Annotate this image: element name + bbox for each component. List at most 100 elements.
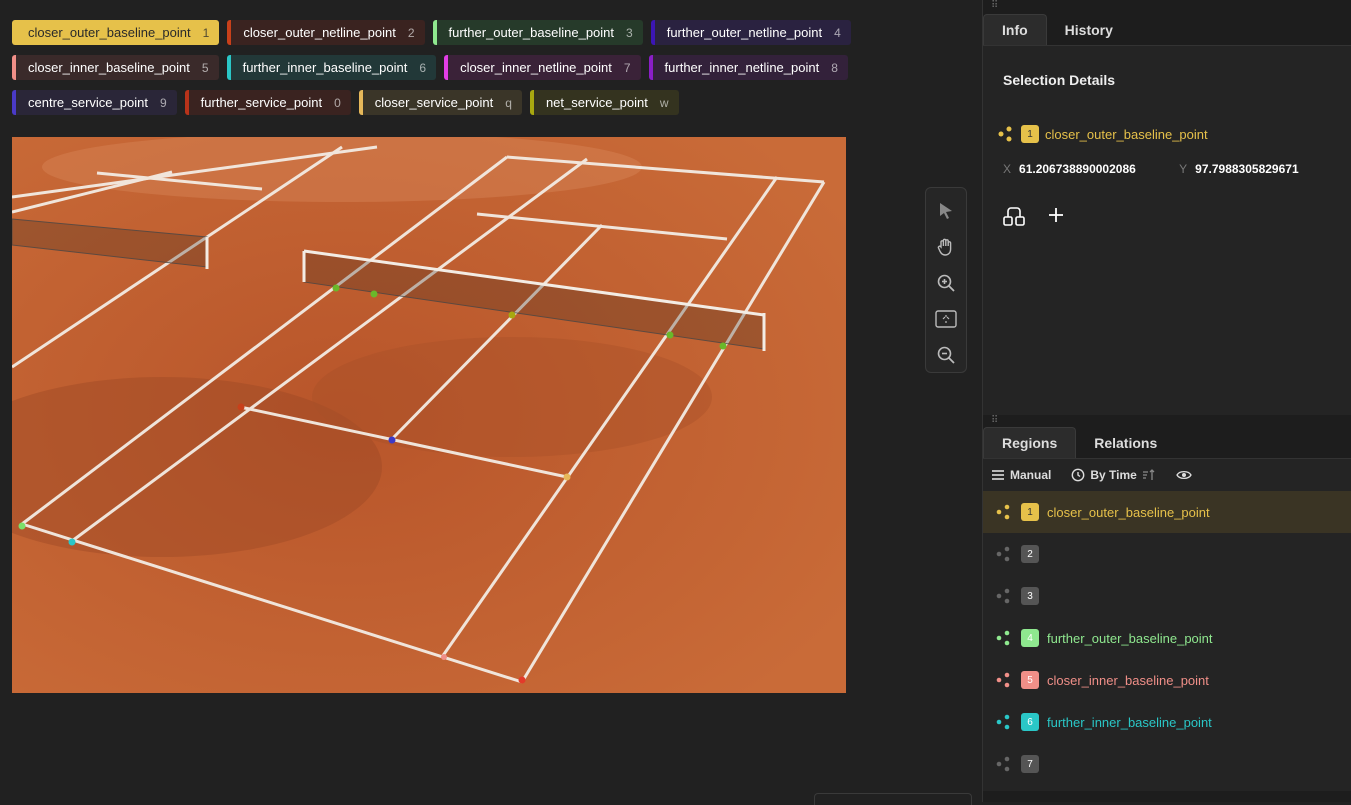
region-label: further_inner_baseline_point [1047, 714, 1212, 730]
label-name: further_inner_baseline_point [242, 60, 408, 75]
label-name: closer_outer_baseline_point [28, 25, 191, 40]
fit-icon[interactable] [931, 304, 961, 334]
label-name: further_outer_netline_point [666, 25, 823, 40]
region-number-badge: 6 [1021, 713, 1039, 731]
cursor-icon[interactable] [931, 196, 961, 226]
manual-label: Manual [1010, 468, 1052, 482]
label-closer-inner-baseline-point[interactable]: closer_inner_baseline_point 5 [12, 55, 219, 80]
manual-sort[interactable]: Manual [991, 468, 1051, 482]
selection-details-title: Selection Details [1003, 72, 1116, 88]
label-name: net_service_point [545, 95, 648, 110]
image-canvas[interactable] [12, 137, 846, 693]
region-number-badge: 5 [1021, 671, 1039, 689]
region-label: further_outer_baseline_point [1047, 630, 1213, 646]
label-hotkey: 3 [626, 25, 633, 40]
court-image [12, 137, 846, 693]
main-area: closer_outer_baseline_point 1 closer_outer… [0, 0, 982, 805]
x-key: X [1003, 162, 1012, 176]
label-name: closer_inner_baseline_point [28, 60, 190, 75]
keypoint-icon [995, 629, 1013, 647]
label-hotkey: w [659, 95, 669, 110]
canvas-toolbar [925, 187, 967, 373]
clock-icon [1071, 468, 1085, 482]
region-number-badge: 2 [1021, 545, 1039, 563]
sort-order-icon[interactable] [1142, 469, 1156, 481]
selected-label: closer_outer_baseline_point [1045, 126, 1208, 142]
region-number-badge: 4 [1021, 629, 1039, 647]
drag-handle-icon[interactable]: ⠿ [983, 0, 1351, 14]
label-hotkey: 9 [159, 95, 167, 110]
label-closer-service-point[interactable]: closer_service_point q [358, 90, 522, 115]
actions [1003, 206, 1065, 231]
label-closer-outer-baseline-point[interactable]: closer_outer_baseline_point 1 [12, 20, 220, 45]
region-item[interactable]: 3 [983, 575, 1351, 617]
keypoint-icon [995, 713, 1013, 731]
add-icon[interactable] [1047, 206, 1065, 231]
label-closer-outer-netline-point[interactable]: closer_outer_netline_point 2 [227, 20, 425, 45]
menu-icon [992, 470, 1004, 480]
tab-regions[interactable]: Regions [983, 427, 1077, 458]
keypoint-icon [995, 587, 1013, 605]
tab-relations[interactable]: Relations [1076, 427, 1175, 458]
regions-list: 1 closer_outer_baseline_point 2 3 4 further_o… [983, 491, 1351, 791]
info-tabs: Info History [983, 14, 1351, 46]
label-hotkey: 0 [334, 95, 341, 110]
region-label: closer_outer_baseline_point [1047, 504, 1210, 520]
label-centre-service-point[interactable]: centre_service_point 9 [12, 90, 177, 115]
label-row: centre_service_point 9 further_service_poi… [12, 90, 912, 115]
selected-region: 1 closer_outer_baseline_point [997, 125, 1208, 143]
region-number-badge: 3 [1021, 587, 1039, 605]
label-row: closer_outer_baseline_point 1 closer_outer… [12, 20, 912, 45]
label-further-outer-baseline-point[interactable]: further_outer_baseline_point 3 [432, 20, 643, 45]
label-further-inner-netline-point[interactable]: further_inner_netline_point 8 [648, 55, 848, 80]
label-further-outer-netline-point[interactable]: further_outer_netline_point 4 [650, 20, 851, 45]
label-further-inner-baseline-point[interactable]: further_inner_baseline_point 6 [226, 55, 437, 80]
label-hotkey: 5 [201, 60, 209, 75]
region-item[interactable]: 4 further_outer_baseline_point [983, 617, 1351, 659]
label-hotkey: 1 [202, 25, 210, 40]
label-hotkey: 6 [419, 60, 427, 75]
region-label: closer_inner_baseline_point [1047, 672, 1209, 688]
keypoint-icon [995, 545, 1013, 563]
label-name: closer_service_point [374, 95, 494, 110]
label-name: further_inner_netline_point [664, 60, 820, 75]
by-time-sort[interactable]: By Time [1071, 468, 1155, 482]
drag-handle-icon[interactable]: ⠿ [983, 415, 1351, 427]
label-closer-inner-netline-point[interactable]: closer_inner_netline_point 7 [444, 55, 641, 80]
label-hotkey: 4 [834, 25, 841, 40]
hand-icon[interactable] [931, 232, 961, 262]
label-palette: closer_outer_baseline_point 1 closer_outer… [12, 20, 912, 125]
relation-icon[interactable] [1003, 206, 1025, 231]
bottom-panel-stub [814, 793, 972, 805]
tab-info[interactable]: Info [983, 14, 1047, 45]
keypoint-icon [995, 671, 1013, 689]
label-further-service-point[interactable]: further_service_point 0 [184, 90, 351, 115]
regions-toolbar: Manual By Time [983, 459, 1351, 491]
zoom-in-icon[interactable] [931, 268, 961, 298]
region-item[interactable]: 2 [983, 533, 1351, 575]
region-number-badge: 1 [1021, 125, 1039, 143]
regions-tabs: Regions Relations [983, 427, 1351, 459]
tab-history[interactable]: History [1047, 14, 1131, 45]
label-hotkey: q [505, 95, 512, 110]
info-panel: Selection Details 1 closer_outer_baselin… [983, 46, 1351, 447]
label-name: centre_service_point [28, 95, 148, 110]
label-net-service-point[interactable]: net_service_point w [529, 90, 679, 115]
side-panel: ⠿ Info History Selection Details 1 close… [982, 0, 1351, 802]
visibility-toggle[interactable] [1176, 469, 1192, 481]
x-value: 61.206738890002086 [1019, 162, 1136, 176]
region-number-badge: 1 [1021, 503, 1039, 521]
label-hotkey: 7 [623, 60, 631, 75]
region-item[interactable]: 5 closer_inner_baseline_point [983, 659, 1351, 701]
region-number-badge: 7 [1021, 755, 1039, 773]
label-row: closer_inner_baseline_point 5 further_inne… [12, 55, 912, 80]
region-item[interactable]: 1 closer_outer_baseline_point [983, 491, 1351, 533]
zoom-out-icon[interactable] [931, 340, 961, 370]
regions-panel: ⠿ Regions Relations Manual By Time 1 clos… [983, 415, 1351, 802]
label-hotkey: 8 [831, 60, 838, 75]
y-key: Y [1179, 162, 1188, 176]
region-item[interactable]: 7 [983, 743, 1351, 785]
label-name: further_service_point [200, 95, 323, 110]
label-name: closer_inner_netline_point [460, 60, 612, 75]
region-item[interactable]: 6 further_inner_baseline_point [983, 701, 1351, 743]
